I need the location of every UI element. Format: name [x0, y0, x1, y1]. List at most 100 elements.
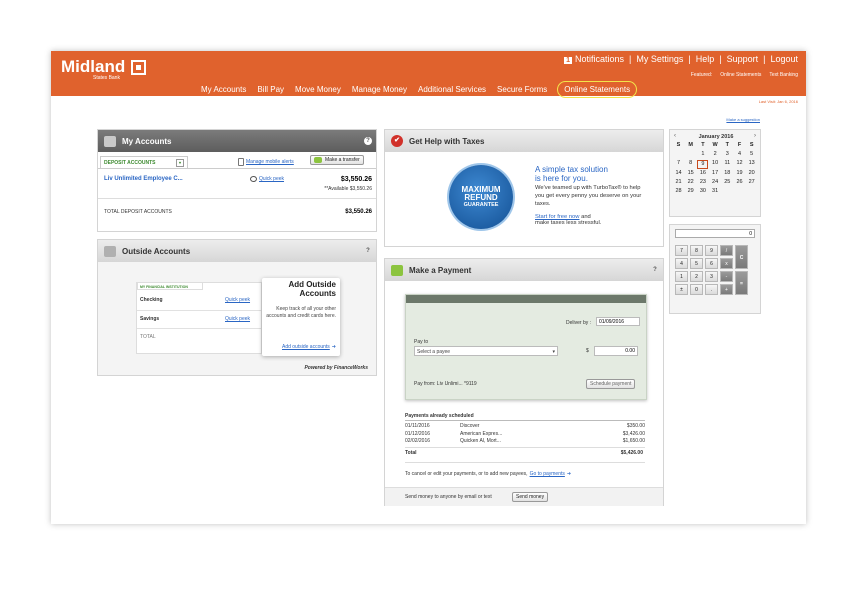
calendar-day[interactable]: 14	[673, 170, 684, 176]
calculator-key[interactable]: 6	[705, 258, 718, 269]
calendar-day[interactable]: 27	[746, 179, 757, 185]
calculator-key[interactable]: +	[720, 284, 733, 295]
tax-headline-2: is here for you.	[535, 174, 588, 183]
deposit-accounts-tab[interactable]: DEPOSIT ACCOUNTS ▾	[100, 156, 188, 168]
calculator-clear-key[interactable]: C	[735, 245, 748, 269]
calendar-day[interactable]: 20	[746, 170, 757, 176]
nav-online-statements[interactable]: Online Statements	[557, 81, 638, 98]
calculator-key[interactable]: ±	[675, 284, 688, 295]
separator: |	[719, 54, 722, 64]
account-name-link[interactable]: Liv Unlimited Employee C...	[104, 176, 183, 182]
calculator-key[interactable]: /	[720, 245, 733, 256]
calculator-key[interactable]: 7	[675, 245, 688, 256]
help-icon[interactable]: ?	[364, 247, 372, 255]
logo[interactable]: Midland	[61, 57, 147, 77]
calculator-key[interactable]: 0	[690, 284, 703, 295]
calendar-day[interactable]: 3	[722, 151, 733, 157]
calculator-key[interactable]: 2	[690, 271, 703, 282]
financial-institution-tab-label: MY FINANCIAL INSTITUTION	[140, 285, 188, 289]
nav-manage-money[interactable]: Manage Money	[352, 85, 407, 97]
calculator-key[interactable]: 3	[705, 271, 718, 282]
calendar-day[interactable]: 24	[710, 179, 721, 185]
manage-alerts-link[interactable]: Manage mobile alerts	[246, 159, 294, 165]
schedule-payment-button[interactable]: Schedule payment	[586, 379, 636, 389]
calendar-day[interactable]: 4	[734, 151, 745, 157]
make-transfer-button[interactable]: Make a transfer	[310, 155, 364, 165]
calculator-equals-key[interactable]: =	[735, 271, 748, 295]
calculator-key[interactable]: -	[720, 271, 733, 282]
calculator-key[interactable]: 4	[675, 258, 688, 269]
calendar-day[interactable]: 10	[710, 160, 721, 166]
nav-move-money[interactable]: Move Money	[295, 85, 341, 97]
quick-peek-link[interactable]: Quick peek	[259, 176, 284, 182]
calendar-day[interactable]: 29	[685, 188, 696, 194]
calculator-key[interactable]: 1	[675, 271, 688, 282]
checking-quick-peek-link[interactable]: Quick peek	[225, 297, 250, 303]
deliver-by-input[interactable]	[596, 317, 640, 326]
nav-bill-pay[interactable]: Bill Pay	[257, 85, 284, 97]
calendar-day-today[interactable]: 9	[697, 160, 709, 170]
send-money-button[interactable]: Send money	[512, 492, 549, 502]
calendar-day[interactable]: 2	[710, 151, 721, 157]
calculator-key[interactable]: 9	[705, 245, 718, 256]
filter-icon[interactable]: ▾	[176, 159, 184, 167]
help-icon[interactable]: ?	[364, 137, 372, 145]
calendar-day[interactable]: 13	[746, 160, 757, 166]
manage-alerts[interactable]: Manage mobile alerts	[238, 158, 294, 166]
calendar-day[interactable]: 15	[685, 170, 696, 176]
quick-peek[interactable]: Quick peek	[250, 176, 284, 182]
nav-my-accounts[interactable]: My Accounts	[201, 85, 246, 97]
featured-text-banking-link[interactable]: Text Banking	[769, 72, 798, 78]
calendar-day[interactable]: 26	[734, 179, 745, 185]
calendar-day[interactable]: 18	[722, 170, 733, 176]
calendar-day[interactable]: 25	[722, 179, 733, 185]
notification-count-badge: 1	[564, 57, 572, 64]
my-accounts-header: My Accounts ?	[98, 130, 376, 152]
savings-label: Savings	[140, 316, 160, 322]
payee-select[interactable]: Select a payee ▾	[414, 346, 558, 356]
calendar-day[interactable]: 23	[697, 179, 708, 185]
calendar-day[interactable]: 8	[685, 160, 696, 166]
notifications-link[interactable]: 1 Notifications	[564, 54, 624, 64]
calendar-day[interactable]: 31	[710, 188, 721, 194]
calendar-day[interactable]: 22	[685, 179, 696, 185]
calendar-weekday: T	[725, 142, 729, 148]
help-icon[interactable]: ?	[651, 266, 659, 274]
support-link[interactable]: Support	[727, 54, 759, 64]
calendar-day[interactable]: 12	[734, 160, 745, 166]
calendar-next-icon[interactable]: ›	[754, 133, 756, 139]
tax-headline-1: A simple tax solution	[535, 165, 608, 174]
calendar-day[interactable]: 30	[697, 188, 708, 194]
calendar-day[interactable]: 16	[697, 170, 708, 176]
calendar-day[interactable]: 1	[697, 151, 708, 157]
amount-input[interactable]	[594, 346, 638, 356]
featured-online-statements-link[interactable]: Online Statements	[720, 72, 761, 78]
add-outside-accounts-link[interactable]: Add outside accounts	[282, 344, 330, 350]
available-balance: **Available $3,550.26	[324, 186, 372, 192]
logout-link[interactable]: Logout	[770, 54, 798, 64]
calculator-key[interactable]: x	[720, 258, 733, 269]
checking-label: Checking	[140, 297, 163, 303]
logo-icon	[131, 59, 147, 75]
calendar-day[interactable]: 7	[673, 160, 684, 166]
calendar-day[interactable]: 28	[673, 188, 684, 194]
add-outside-accounts[interactable]: Add outside accounts ➜	[282, 344, 336, 350]
calendar-day[interactable]: 19	[734, 170, 745, 176]
calculator-key[interactable]: .	[705, 284, 718, 295]
calculator-display[interactable]	[675, 229, 755, 238]
go-to-payments-link[interactable]: Go to payments	[530, 471, 565, 477]
help-link[interactable]: Help	[696, 54, 715, 64]
calendar-day[interactable]: 17	[710, 170, 721, 176]
calculator-key[interactable]: 5	[690, 258, 703, 269]
nav-secure-forms[interactable]: Secure Forms	[497, 85, 547, 97]
financial-institution-tab[interactable]: MY FINANCIAL INSTITUTION	[137, 282, 203, 290]
suggestion-link[interactable]: Make a suggestion	[726, 117, 760, 122]
calculator-key[interactable]: 8	[690, 245, 703, 256]
calendar-day[interactable]: 21	[673, 179, 684, 185]
nav-additional-services[interactable]: Additional Services	[418, 85, 486, 97]
calendar-day[interactable]: 5	[746, 151, 757, 157]
powered-by: Powered by FinanceWorks	[304, 365, 368, 371]
savings-quick-peek-link[interactable]: Quick peek	[225, 316, 250, 322]
calendar-day[interactable]: 11	[722, 160, 733, 166]
my-settings-link[interactable]: My Settings	[636, 54, 683, 64]
